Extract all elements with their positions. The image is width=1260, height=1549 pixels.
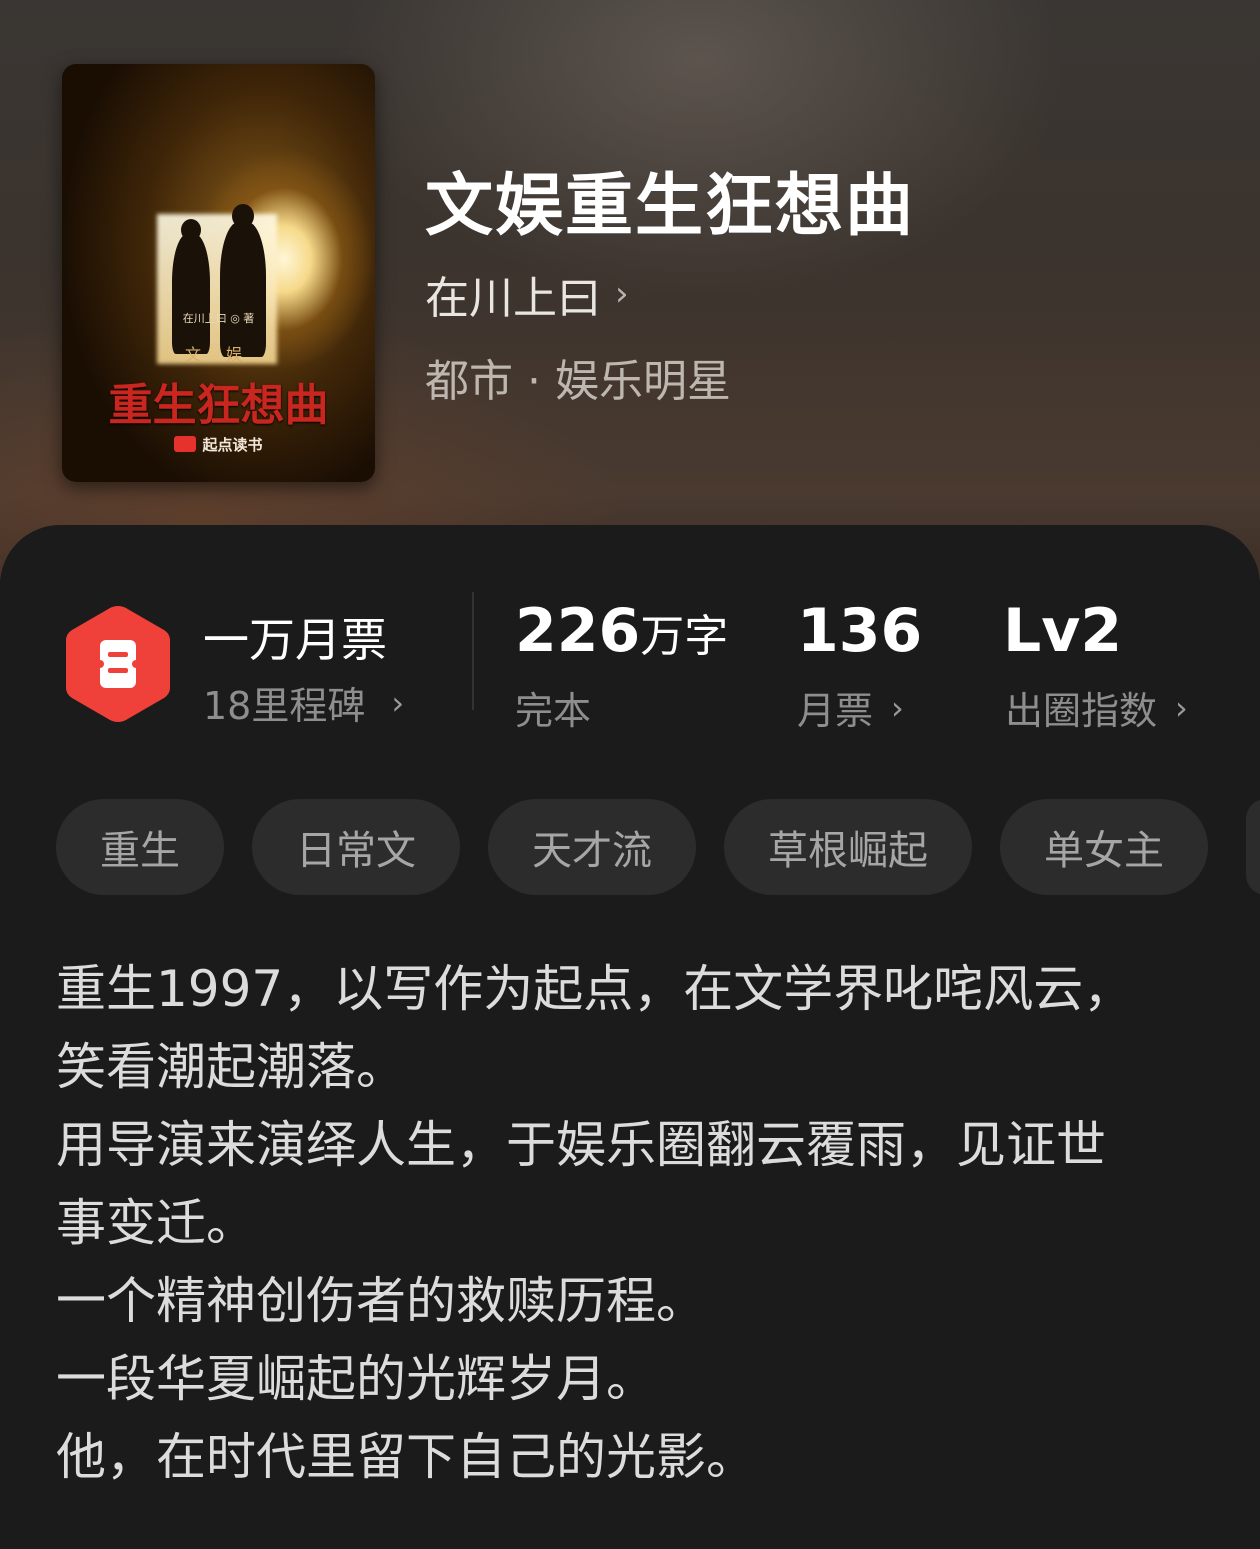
influence-label: 出圈指数 xyxy=(1005,689,1158,733)
description-line: 事变迁。 xyxy=(56,1194,256,1252)
milestone-label: 18里程碑 xyxy=(203,684,366,728)
monthly-ticket-label: 月票 xyxy=(797,689,874,733)
influence-level: Lv2 xyxy=(1003,596,1123,666)
word-count-unit: 万字 xyxy=(640,611,729,662)
publisher-logo-icon xyxy=(174,436,197,452)
description-line: 笑看潮起潮落。 xyxy=(56,1038,406,1096)
cover-subtitle: 文 娱 xyxy=(184,345,253,364)
book-description: 重生1997，以写作为起点，在文学界叱咤风云， 笑看潮起潮落。 用导演来演绎人生… xyxy=(56,950,1206,1496)
cover-title: 重生狂想曲 xyxy=(108,380,329,431)
description-line: 一个精神创伤者的救赎历程。 xyxy=(56,1272,706,1330)
cover-figure xyxy=(172,234,210,354)
milestone-link[interactable]: 18里程碑 › xyxy=(203,675,404,730)
author-name: 在川上曰 xyxy=(425,273,601,324)
description-line: 用导演来演绎人生，于娱乐圈翻云覆雨，见证世 xyxy=(56,1116,1106,1174)
tag-chip[interactable]: 天才流 xyxy=(488,799,696,895)
author-link[interactable]: 在川上曰 › xyxy=(425,262,629,326)
tag-list: 重生 日常文 天才流 草根崛起 单女主 xyxy=(56,799,1208,895)
monthly-ticket-count: 136 xyxy=(797,596,923,666)
word-count: 226万字 xyxy=(515,596,728,666)
tag-chip[interactable]: 单女主 xyxy=(1000,799,1208,895)
ticket-hexagon-icon[interactable] xyxy=(62,602,174,726)
tag-chip[interactable]: 日常文 xyxy=(252,799,460,895)
cover-figure xyxy=(220,222,266,357)
word-count-value: 226 xyxy=(515,596,641,666)
tag-chip[interactable]: 草根崛起 xyxy=(724,799,972,895)
monthly-ticket-link[interactable]: 月票 › xyxy=(797,680,904,735)
tag-chip[interactable]: 重生 xyxy=(56,799,224,895)
book-title: 文娱重生狂想曲 xyxy=(425,166,916,246)
tag-chip-overflow[interactable] xyxy=(1246,799,1260,895)
chevron-right-icon: › xyxy=(391,683,405,722)
completion-status: 完本 xyxy=(515,689,592,733)
description-line: 重生1997，以写作为起点，在文学界叱咤风云， xyxy=(56,960,1134,1018)
cover-author: 在川上曰 ◎ 著 xyxy=(182,312,255,325)
monthly-ticket-title: 一万月票 xyxy=(203,613,387,667)
description-line: 他，在时代里留下自己的光影。 xyxy=(56,1428,756,1486)
book-cover[interactable]: 在川上曰 ◎ 著 文 娱 重生狂想曲 起点读书 xyxy=(62,64,375,482)
stats-divider xyxy=(472,592,474,710)
chevron-right-icon: › xyxy=(1175,688,1188,727)
influence-link[interactable]: 出圈指数 › xyxy=(1005,680,1188,735)
book-genre: 都市 · 娱乐明星 xyxy=(425,356,731,407)
chevron-right-icon: › xyxy=(615,274,629,314)
description-line: 一段华夏崛起的光辉岁月。 xyxy=(56,1350,656,1408)
chevron-right-icon: › xyxy=(891,688,904,727)
cover-publisher: 起点读书 xyxy=(62,434,375,455)
cover-publisher-label: 起点读书 xyxy=(202,436,263,454)
